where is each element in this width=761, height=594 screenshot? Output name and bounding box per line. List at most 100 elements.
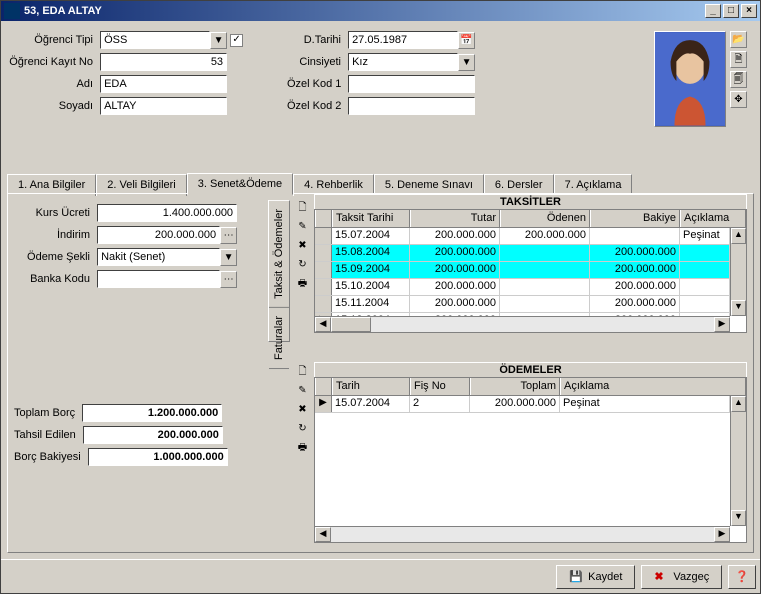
table-row[interactable]: 15.11.2004200.000.000200.000.000	[315, 296, 730, 313]
client-area: Öğrenci Tipi ÖSS▼ ✓ Öğrenci Kayıt No 53 …	[1, 21, 760, 593]
titlebar: 53, EDA ALTAY _ □ ×	[1, 1, 760, 21]
new-icon[interactable]: 🗋	[294, 200, 311, 217]
delete-icon[interactable]: ✖	[294, 238, 311, 255]
scroll-down-icon[interactable]: ▼	[731, 300, 746, 316]
open-folder-icon[interactable]: 📂	[730, 31, 747, 48]
vtab-taksit-odemeler[interactable]: Taksit & Ödemeler	[269, 201, 289, 308]
field-kayit-no[interactable]: 53	[100, 53, 227, 71]
scroll-track[interactable]	[371, 317, 714, 332]
kaydet-button[interactable]: 💾 Kaydet	[556, 565, 635, 589]
lookup-indirim-icon[interactable]: ⋯	[220, 227, 237, 244]
app-icon	[4, 3, 20, 19]
row-header-corner	[315, 210, 332, 227]
calendar-button[interactable]: 📅	[458, 32, 475, 49]
student-photo	[654, 31, 726, 127]
new-icon[interactable]: 🗋	[294, 364, 311, 381]
field-dtarihi[interactable]: 27.05.1987	[348, 31, 458, 49]
minimize-button[interactable]: _	[705, 4, 721, 18]
scroll-left-icon[interactable]: ◀	[315, 527, 331, 542]
col-odenen[interactable]: Ödenen	[500, 210, 590, 227]
label-indirim: İndirim	[14, 229, 94, 241]
col-odeme-aciklama[interactable]: Açıklama	[560, 378, 746, 395]
scroll-thumb[interactable]	[331, 317, 371, 332]
label-kurs-ucreti: Kurs Ücreti	[14, 207, 94, 219]
vazgec-button[interactable]: ✖ Vazgeç	[641, 565, 722, 589]
cell-bakiye: 200.000.000	[590, 245, 680, 261]
photo-toolbar: 📂 🗎 🗐 ✥	[730, 31, 750, 111]
field-indirim[interactable]: 200.000.000	[97, 226, 220, 244]
scroll-right-icon[interactable]: ▶	[714, 317, 730, 332]
dropdown-cinsiyet[interactable]: ▼	[458, 54, 475, 71]
print-icon[interactable]: 🖶	[294, 276, 311, 293]
col-toplam[interactable]: Toplam	[470, 378, 560, 395]
scroll-up-icon[interactable]: ▲	[731, 396, 746, 412]
field-ogrenci-tipi[interactable]: ÖSS	[100, 31, 210, 49]
field-ozelkod1[interactable]	[348, 75, 475, 93]
scroll-up-icon[interactable]: ▲	[731, 228, 746, 244]
table-row[interactable]: 15.08.2004200.000.000200.000.000	[315, 245, 730, 262]
lookup-banka-icon[interactable]: ⋯	[220, 271, 237, 288]
odemeler-hscroll[interactable]: ◀ ▶	[315, 526, 730, 542]
kaydet-label: Kaydet	[588, 571, 622, 583]
vazgec-label: Vazgeç	[673, 571, 709, 583]
taksitler-header: Taksit Tarihi Tutar Ödenen Bakiye Açıkla…	[315, 210, 746, 228]
checkbox-ogrenci-tipi[interactable]: ✓	[230, 34, 243, 47]
tab-label: 1. Ana Bilgiler	[18, 179, 85, 191]
save-icon: 💾	[569, 570, 583, 584]
field-banka-kodu[interactable]	[97, 270, 220, 288]
cell-tutar: 200.000.000	[410, 262, 500, 278]
scroll-track[interactable]	[331, 527, 714, 542]
help-button[interactable]: ❓	[728, 565, 756, 589]
paste-icon[interactable]: 🗐	[730, 71, 747, 88]
edit-icon[interactable]: ✎	[294, 219, 311, 236]
col-bakiye[interactable]: Bakiye	[590, 210, 680, 227]
table-row[interactable]: 15.09.2004200.000.000200.000.000	[315, 262, 730, 279]
close-button[interactable]: ×	[741, 4, 757, 18]
label-ozelkod1: Özel Kod 1	[287, 78, 345, 90]
col-aciklama[interactable]: Açıklama	[680, 210, 746, 227]
field-odeme-sekli[interactable]: Nakit (Senet)	[97, 248, 220, 266]
tab-label: 2. Veli Bilgileri	[107, 179, 175, 191]
tab-senet-odeme[interactable]: 3. Senet&Ödeme	[187, 173, 293, 195]
dropdown-ogrenci-tipi[interactable]: ▼	[210, 32, 227, 49]
dropdown-odeme-sekli[interactable]: ▼	[220, 249, 237, 266]
delete-icon[interactable]: ✖	[294, 402, 311, 419]
tab-label: 6. Dersler	[495, 179, 543, 191]
refresh-icon[interactable]: ↻	[294, 421, 311, 438]
row-marker	[315, 279, 332, 295]
field-soyadi[interactable]: ALTAY	[100, 97, 227, 115]
cell-aciklama	[680, 279, 730, 295]
col-fis-no[interactable]: Fiş No	[410, 378, 470, 395]
field-ozelkod2[interactable]	[348, 97, 475, 115]
field-adi[interactable]: EDA	[100, 75, 227, 93]
cancel-icon: ✖	[654, 570, 668, 584]
scroll-left-icon[interactable]: ◀	[315, 317, 331, 332]
odemeler-grid[interactable]: Tarih Fiş No Toplam Açıklama ▶15.07.2004…	[314, 377, 747, 543]
col-odeme-tarih[interactable]: Tarih	[332, 378, 410, 395]
col-tutar[interactable]: Tutar	[410, 210, 500, 227]
table-row[interactable]: ▶15.07.20042200.000.000Peşinat	[315, 396, 730, 413]
odemeler-vscroll[interactable]: ▲ ▼	[730, 396, 746, 526]
field-cinsiyet[interactable]: Kız	[348, 53, 458, 71]
taksit-toolbar: 🗋 ✎ ✖ ↻ 🖶	[294, 200, 312, 295]
table-row[interactable]: 15.10.2004200.000.000200.000.000	[315, 279, 730, 296]
refresh-icon[interactable]: ↻	[294, 257, 311, 274]
cell-tutar: 200.000.000	[410, 296, 500, 312]
label-dtarihi: D.Tarihi	[287, 34, 345, 46]
table-row[interactable]: 15.07.2004200.000.000200.000.000Peşinat	[315, 228, 730, 245]
taksitler-hscroll[interactable]: ◀ ▶	[315, 316, 730, 332]
vtab-faturalar[interactable]: Faturalar	[269, 308, 289, 369]
scroll-down-icon[interactable]: ▼	[731, 510, 746, 526]
col-taksit-tarihi[interactable]: Taksit Tarihi	[332, 210, 410, 227]
cell-tarih: 15.11.2004	[332, 296, 410, 312]
taksitler-vscroll[interactable]: ▲ ▼	[730, 228, 746, 316]
taksitler-grid[interactable]: Taksit Tarihi Tutar Ödenen Bakiye Açıkla…	[314, 209, 747, 333]
copy-icon[interactable]: 🗎	[730, 51, 747, 68]
field-kurs-ucreti[interactable]: 1.400.000.000	[97, 204, 237, 222]
edit-icon[interactable]: ✎	[294, 383, 311, 400]
scroll-right-icon[interactable]: ▶	[714, 527, 730, 542]
move-icon[interactable]: ✥	[730, 91, 747, 108]
maximize-button[interactable]: □	[723, 4, 739, 18]
print-icon[interactable]: 🖶	[294, 440, 311, 457]
label-cinsiyet: Cinsiyeti	[287, 56, 345, 68]
